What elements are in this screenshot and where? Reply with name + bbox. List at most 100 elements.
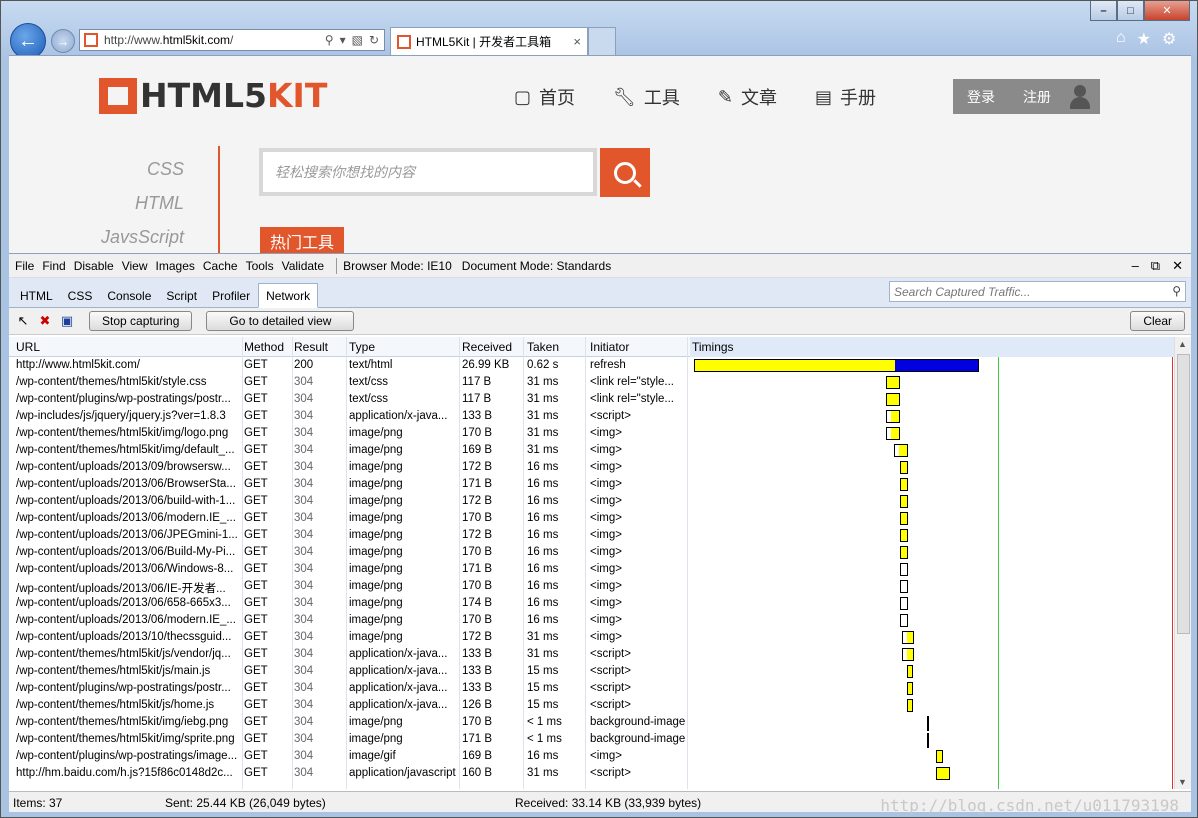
save-icon[interactable]: ▣ bbox=[59, 313, 75, 329]
col-url[interactable]: URL bbox=[16, 340, 238, 354]
nav-tools[interactable]: 🔧︎ 工具 bbox=[613, 84, 680, 110]
table-row[interactable]: /wp-content/uploads/2013/10/thecssguid..… bbox=[9, 629, 1174, 646]
address-url[interactable]: http://www.html5kit.com/ bbox=[104, 33, 233, 47]
site-search-button[interactable] bbox=[600, 148, 650, 197]
request-result: 304 bbox=[294, 427, 314, 439]
table-row[interactable]: /wp-content/plugins/wp-postratings/image… bbox=[9, 748, 1174, 765]
table-row[interactable]: /wp-content/uploads/2013/06/Windows-8...… bbox=[9, 561, 1174, 578]
col-method[interactable]: Method bbox=[244, 340, 290, 354]
menu-validate[interactable]: Validate bbox=[282, 259, 324, 273]
select-element-icon[interactable]: ↖ bbox=[15, 313, 31, 329]
devtools-undock-icon[interactable]: ⧉ bbox=[1151, 258, 1160, 274]
table-row[interactable]: /wp-content/themes/html5kit/js/main.js GE… bbox=[9, 663, 1174, 680]
nav-home[interactable]: ▢ 首页 bbox=[514, 84, 575, 110]
dropdown-icon[interactable]: ▾ bbox=[340, 33, 346, 47]
address-bar[interactable]: http://www.html5kit.com/ ⚲ ▾ ▧ ↻ bbox=[79, 29, 385, 51]
browser-mode-menu[interactable]: Browser Mode: IE10 bbox=[343, 259, 452, 273]
home-icon[interactable]: ⌂ bbox=[1116, 29, 1126, 49]
col-received[interactable]: Received bbox=[462, 340, 524, 354]
request-url: /wp-content/uploads/2013/06/modern.IE_..… bbox=[16, 512, 236, 524]
table-row[interactable]: /wp-content/themes/html5kit/img/sprite.p… bbox=[9, 731, 1174, 748]
table-row[interactable]: /wp-content/uploads/2013/06/BrowserSta..… bbox=[9, 476, 1174, 493]
forward-button[interactable]: → bbox=[51, 29, 75, 53]
compat-view-icon[interactable]: ▧ bbox=[352, 33, 363, 47]
table-row[interactable]: /wp-content/themes/html5kit/js/home.js GE… bbox=[9, 697, 1174, 714]
document-mode-menu[interactable]: Document Mode: Standards bbox=[462, 259, 611, 273]
tab-close-icon[interactable]: × bbox=[573, 34, 581, 49]
settings-gear-icon[interactable]: ⚙ bbox=[1162, 29, 1176, 49]
menu-file[interactable]: File bbox=[15, 259, 34, 273]
register-link[interactable]: 注册 bbox=[1023, 87, 1051, 107]
table-row[interactable]: /wp-content/themes/html5kit/img/default_… bbox=[9, 442, 1174, 459]
table-row[interactable]: /wp-content/plugins/wp-postratings/postr… bbox=[9, 680, 1174, 697]
minimize-button[interactable]: – bbox=[1090, 1, 1117, 21]
table-row[interactable]: /wp-content/themes/html5kit/style.css GET… bbox=[9, 374, 1174, 391]
menu-view[interactable]: View bbox=[122, 259, 148, 273]
menu-disable[interactable]: Disable bbox=[74, 259, 114, 273]
menu-cache[interactable]: Cache bbox=[203, 259, 238, 273]
scroll-thumb[interactable] bbox=[1177, 354, 1190, 634]
request-url: /wp-content/plugins/wp-postratings/postr… bbox=[16, 682, 231, 694]
back-button[interactable]: ← bbox=[10, 23, 46, 59]
table-row[interactable]: /wp-content/themes/html5kit/img/iebg.png… bbox=[9, 714, 1174, 731]
table-row[interactable]: /wp-content/uploads/2013/06/IE-开发者... GET… bbox=[9, 578, 1174, 595]
clear-entries-icon[interactable]: ✖ bbox=[37, 313, 53, 329]
table-row[interactable]: /wp-content/themes/html5kit/img/logo.png… bbox=[9, 425, 1174, 442]
menu-images[interactable]: Images bbox=[156, 259, 195, 273]
tab-script[interactable]: Script bbox=[159, 284, 204, 307]
scroll-up-icon[interactable]: ▲ bbox=[1178, 339, 1187, 349]
tab-console[interactable]: Console bbox=[100, 284, 158, 307]
table-row[interactable]: /wp-content/uploads/2013/06/Build-My-Pi.… bbox=[9, 544, 1174, 561]
table-row[interactable]: /wp-content/uploads/2013/09/browsersw...… bbox=[9, 459, 1174, 476]
col-result[interactable]: Result bbox=[294, 340, 344, 354]
vertical-scrollbar[interactable]: ▲ ▼ bbox=[1174, 337, 1191, 789]
search-captured-traffic-input[interactable]: Search Captured Traffic... ⚲ bbox=[889, 281, 1186, 302]
maximize-button[interactable]: □ bbox=[1117, 1, 1144, 21]
table-row[interactable]: /wp-content/uploads/2013/06/JPEGmini-1..… bbox=[9, 527, 1174, 544]
close-window-button[interactable]: ✕ bbox=[1144, 1, 1190, 21]
scroll-down-icon[interactable]: ▼ bbox=[1178, 777, 1187, 787]
stop-capturing-button[interactable]: Stop capturing bbox=[89, 311, 193, 331]
request-result: 304 bbox=[294, 665, 314, 677]
tab-css[interactable]: CSS bbox=[61, 284, 100, 307]
menu-find[interactable]: Find bbox=[42, 259, 65, 273]
devtools-close-icon[interactable]: ✕ bbox=[1172, 258, 1183, 274]
col-taken[interactable]: Taken bbox=[527, 340, 587, 354]
table-row[interactable]: http://hm.baidu.com/h.js?15f86c0148d2c..… bbox=[9, 765, 1174, 782]
tab-html[interactable]: HTML bbox=[13, 284, 60, 307]
user-avatar-icon[interactable] bbox=[1069, 84, 1091, 109]
col-initiator[interactable]: Initiator bbox=[590, 340, 686, 354]
col-type[interactable]: Type bbox=[349, 340, 459, 354]
favorites-star-icon[interactable]: ★ bbox=[1137, 29, 1151, 49]
tab-title: HTML5Kit | 开发者工具箱 bbox=[416, 35, 552, 49]
refresh-icon[interactable]: ↻ bbox=[369, 33, 379, 47]
table-row[interactable]: /wp-content/uploads/2013/06/modern.IE_..… bbox=[9, 510, 1174, 527]
login-link[interactable]: 登录 bbox=[967, 87, 995, 107]
detailed-view-button[interactable]: Go to detailed view bbox=[206, 311, 355, 331]
table-row[interactable]: /wp-content/uploads/2013/06/658-665x3...… bbox=[9, 595, 1174, 612]
search-icon[interactable]: ⚲ bbox=[325, 33, 334, 47]
table-row[interactable]: /wp-content/uploads/2013/06/build-with-1… bbox=[9, 493, 1174, 510]
site-search-input[interactable]: 轻松搜索你想找的内容 bbox=[259, 148, 597, 196]
table-row[interactable]: /wp-content/plugins/wp-postratings/postr… bbox=[9, 391, 1174, 408]
col-timings[interactable]: Timings bbox=[690, 337, 1174, 357]
side-link-html[interactable]: HTML bbox=[69, 186, 184, 220]
table-row[interactable]: /wp-content/uploads/2013/06/modern.IE_..… bbox=[9, 612, 1174, 629]
nav-articles[interactable]: ✎ 文章 bbox=[718, 84, 777, 110]
table-row[interactable]: /wp-includes/js/jquery/jquery.js?ver=1.8… bbox=[9, 408, 1174, 425]
tab-network[interactable]: Network bbox=[258, 283, 319, 308]
side-link-js[interactable]: JavsScript bbox=[69, 220, 184, 253]
table-row[interactable]: /wp-content/themes/html5kit/js/vendor/jq… bbox=[9, 646, 1174, 663]
request-result: 304 bbox=[294, 648, 314, 660]
side-link-css[interactable]: CSS bbox=[69, 152, 184, 186]
table-row[interactable]: http://www.html5kit.com/GET 200 text/html 2… bbox=[9, 357, 1174, 374]
clear-button[interactable]: Clear bbox=[1130, 311, 1185, 331]
received-total: Received: 33.14 KB (33,939 bytes) bbox=[515, 796, 702, 810]
site-logo[interactable]: HTML5KIT bbox=[99, 76, 327, 115]
menu-tools[interactable]: Tools bbox=[246, 259, 274, 273]
nav-manual[interactable]: ▤ 手册 bbox=[815, 84, 876, 110]
devtools-minimize-icon[interactable]: – bbox=[1132, 258, 1139, 274]
tab-profiler[interactable]: Profiler bbox=[205, 284, 257, 307]
new-tab-button[interactable] bbox=[588, 27, 616, 55]
browser-tab-active[interactable]: HTML5Kit | 开发者工具箱 × bbox=[390, 27, 588, 55]
